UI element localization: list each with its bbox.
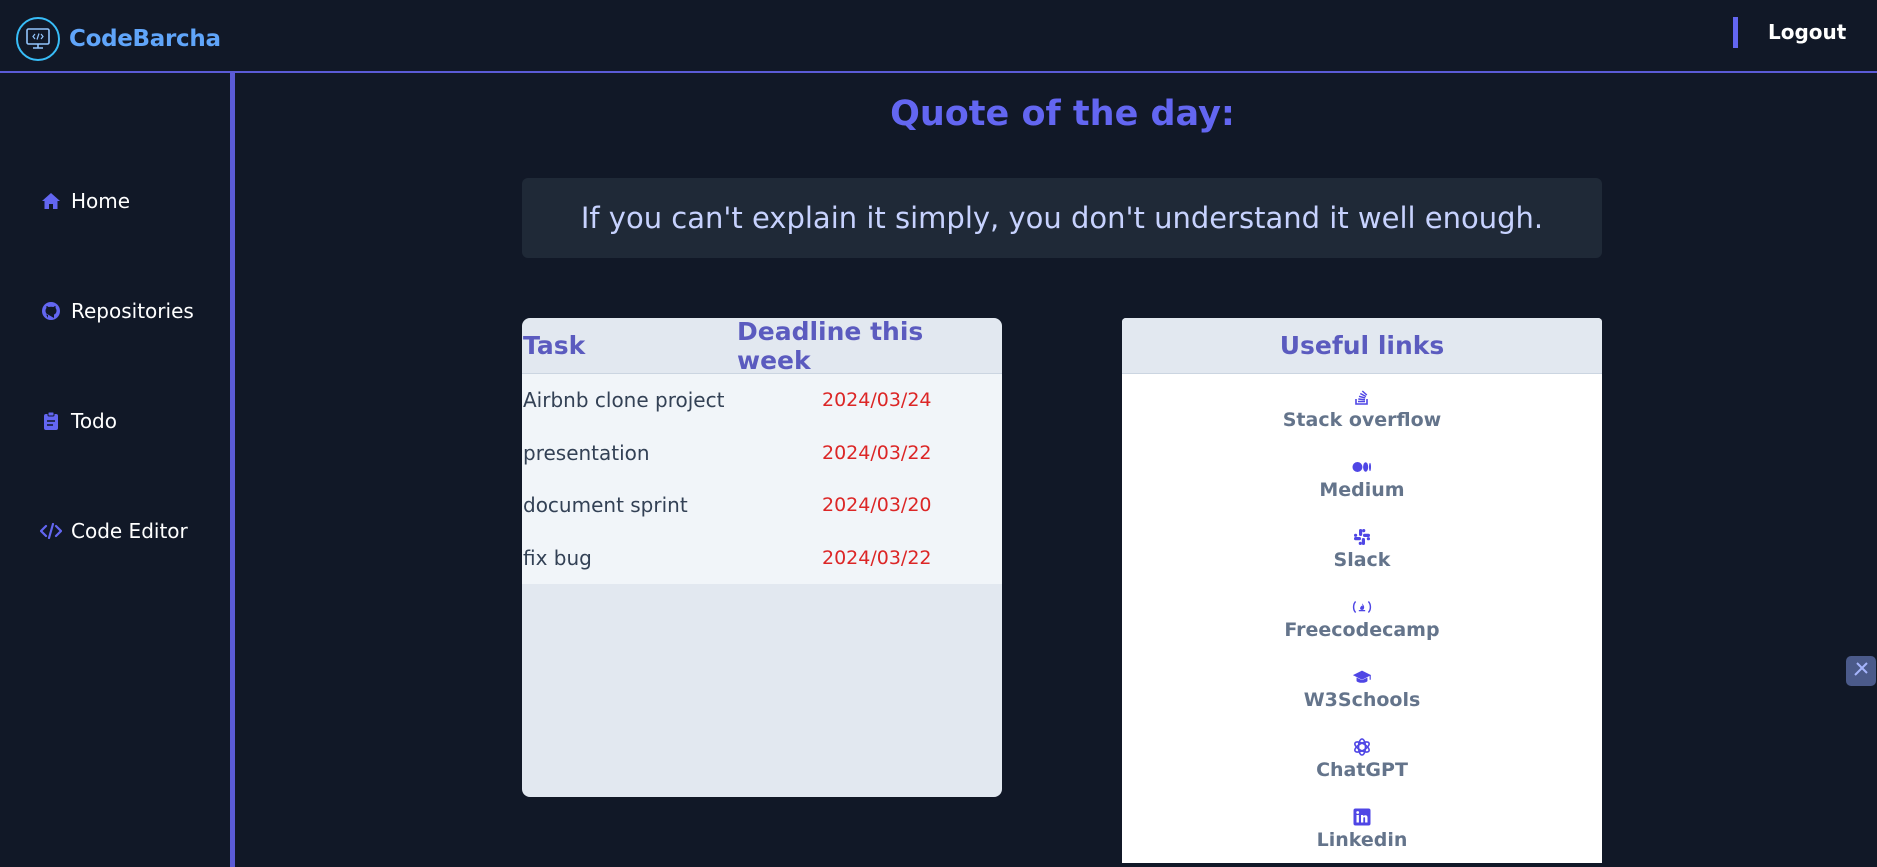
- task-table-header: Task Deadline this week: [522, 318, 1002, 375]
- link-medium[interactable]: Medium: [1122, 444, 1602, 514]
- task-column-header: Task: [523, 331, 586, 360]
- code-icon: [40, 520, 62, 542]
- tool-icon: [1852, 660, 1870, 682]
- logo-text: CodeBarcha: [69, 26, 221, 52]
- link-label: Stack overflow: [1282, 409, 1442, 431]
- stackoverflow-icon: [1352, 387, 1372, 407]
- sidebar-item-label: Code Editor: [71, 519, 188, 543]
- deadline-column-header: Deadline this week: [737, 318, 924, 375]
- task-table-body: Airbnb clone project 2024/03/24 presenta…: [522, 374, 1002, 584]
- clipboard-icon: [40, 410, 62, 432]
- sidebar-item-code-editor[interactable]: Code Editor: [40, 519, 188, 543]
- medium-icon: [1352, 457, 1372, 477]
- logout-button[interactable]: Logout: [1768, 20, 1846, 44]
- sidebar-item-repositories[interactable]: Repositories: [40, 299, 194, 323]
- freecodecamp-icon: [1352, 597, 1372, 617]
- quote-title: Quote of the day:: [890, 94, 1235, 134]
- sidebar-item-label: Todo: [71, 409, 117, 433]
- link-label: W3Schools: [1303, 689, 1421, 711]
- link-label: Slack: [1333, 549, 1391, 571]
- link-label: Freecodecamp: [1284, 619, 1440, 641]
- quote-text: If you can't explain it simply, you don'…: [580, 201, 1544, 235]
- link-slack[interactable]: Slack: [1122, 514, 1602, 584]
- github-icon: [40, 300, 62, 322]
- task-deadline: 2024/03/22: [822, 441, 932, 464]
- quote-box: If you can't explain it simply, you don'…: [522, 178, 1602, 258]
- link-stackoverflow[interactable]: Stack overflow: [1122, 374, 1602, 444]
- table-row[interactable]: presentation 2024/03/22: [522, 427, 1002, 480]
- logo[interactable]: CodeBarcha: [16, 17, 221, 61]
- sidebar: Home Repositories Todo Code Editor: [0, 73, 235, 867]
- task-table: Task Deadline this week Airbnb clone pro…: [522, 318, 1002, 797]
- task-deadline: 2024/03/24: [822, 389, 932, 412]
- link-label: Medium: [1319, 479, 1405, 501]
- sidebar-item-label: Repositories: [71, 299, 194, 323]
- useful-links-title: Useful links: [1122, 318, 1602, 374]
- task-name: document sprint: [523, 493, 688, 518]
- task-deadline: 2024/03/20: [822, 494, 932, 517]
- link-linkedin[interactable]: Linkedin: [1122, 794, 1602, 863]
- openai-icon: [1352, 737, 1372, 757]
- table-row[interactable]: document sprint 2024/03/20: [522, 479, 1002, 532]
- monitor-code-icon: [16, 17, 60, 61]
- task-name: fix bug: [523, 545, 592, 570]
- table-row[interactable]: fix bug 2024/03/22: [522, 532, 1002, 585]
- link-chatgpt[interactable]: ChatGPT: [1122, 724, 1602, 794]
- sidebar-item-home[interactable]: Home: [40, 189, 130, 213]
- sidebar-item-label: Home: [71, 189, 131, 213]
- linkedin-icon: [1352, 807, 1372, 827]
- useful-links-panel: Useful links Stack overflow Medium Slack…: [1122, 318, 1602, 863]
- home-icon: [40, 190, 62, 212]
- link-label: Linkedin: [1316, 829, 1408, 851]
- task-deadline: 2024/03/22: [822, 546, 932, 569]
- link-label: ChatGPT: [1316, 759, 1408, 781]
- link-freecodecamp[interactable]: Freecodecamp: [1122, 584, 1602, 654]
- table-row[interactable]: Airbnb clone project 2024/03/24: [522, 374, 1002, 427]
- floating-widget-button[interactable]: [1846, 656, 1876, 686]
- task-name: presentation: [523, 440, 650, 465]
- logout-divider: [1733, 17, 1738, 48]
- sidebar-item-todo[interactable]: Todo: [40, 409, 117, 433]
- link-w3schools[interactable]: W3Schools: [1122, 654, 1602, 724]
- task-name: Airbnb clone project: [523, 388, 725, 413]
- graduation-cap-icon: [1352, 667, 1372, 687]
- top-header: CodeBarcha Logout: [0, 0, 1877, 73]
- slack-icon: [1352, 527, 1372, 547]
